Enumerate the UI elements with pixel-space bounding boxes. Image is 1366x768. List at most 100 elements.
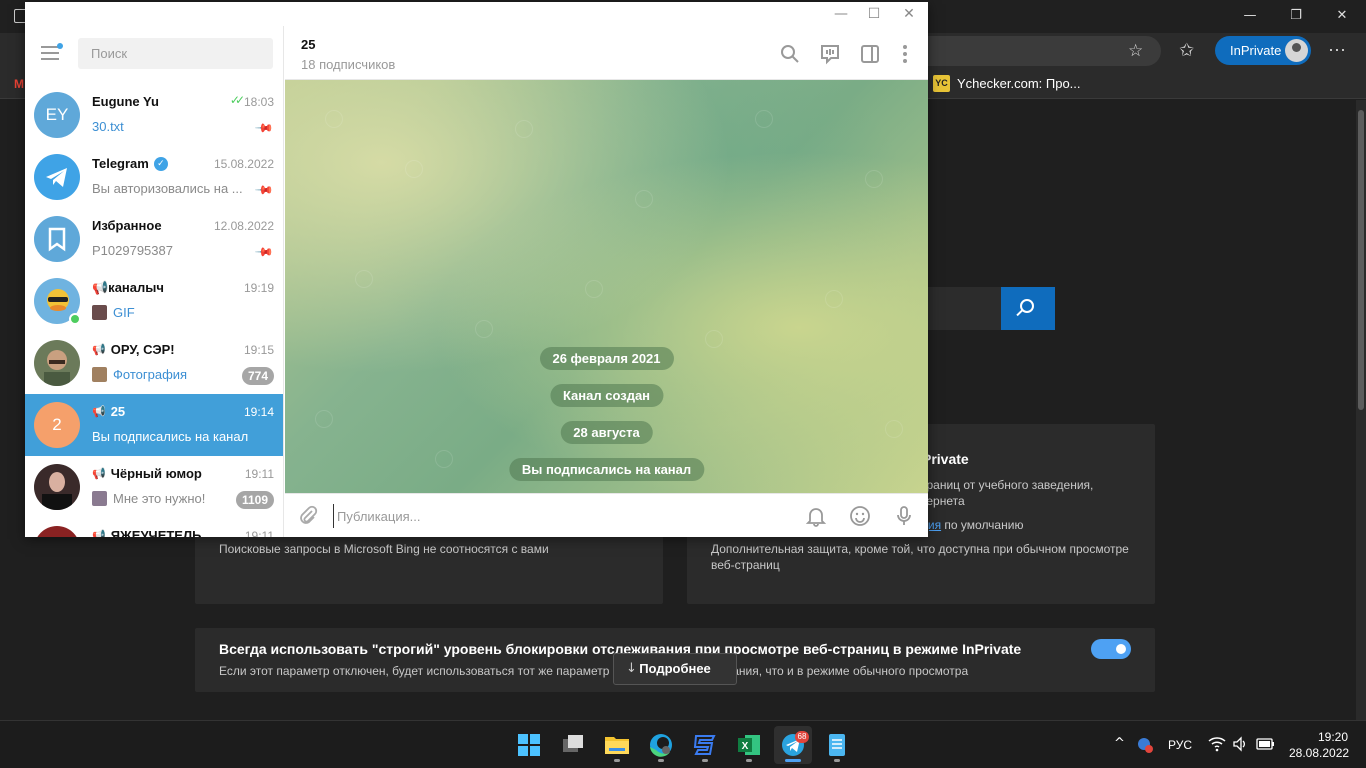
more-info-button[interactable]: ↓ Подробнее (613, 653, 737, 685)
ychecker-label: Ychecker.com: Про... (957, 76, 1081, 91)
chat-item-yazheuchetel[interactable]: 📢 ЯЖЕУЧЕТЕЛЬ 19:11 (25, 518, 283, 537)
ychecker-bookmark[interactable]: YC Ychecker.com: Про... (933, 75, 1081, 92)
menu-icon[interactable] (41, 43, 63, 60)
comments-icon[interactable] (819, 43, 841, 65)
search-icon (1020, 299, 1034, 313)
start-button[interactable] (510, 726, 548, 764)
chat-item-black-humor[interactable]: 📢 Чёрный юмор 19:11 Мне это нужно! 1109 (25, 456, 283, 518)
channel-icon: 📢 (92, 405, 106, 418)
taskview-icon (563, 735, 583, 752)
chat-name: 📢каналыч (92, 280, 164, 295)
chat-item-kanalych[interactable]: 📢каналыч 19:19 GIF (25, 270, 283, 332)
profile-avatar (1285, 39, 1308, 62)
favorites-icon[interactable]: ✩ (1179, 40, 1194, 61)
channel-icon: 📢 (92, 529, 106, 537)
chat-time: 15.08.2022 (213, 157, 274, 171)
chat-name: Eugune Yu (92, 94, 159, 109)
edge-close-button[interactable]: ✕ (1330, 6, 1354, 26)
card-right-line3: ция по умолчанию (921, 517, 1023, 533)
bookmark-icon (48, 227, 66, 252)
taskview-button[interactable] (554, 726, 592, 764)
bing-search-input[interactable] (925, 287, 1001, 330)
service-message: Вы подписались на канал (508, 458, 705, 481)
microphone-icon[interactable] (893, 505, 915, 527)
edge-button[interactable] (642, 726, 680, 764)
running-indicator (614, 759, 620, 762)
online-indicator (69, 313, 81, 325)
svg-text:X: X (742, 741, 749, 752)
clock-time[interactable]: 19:20 (1318, 730, 1348, 744)
card-right-line1: траниц от учебного заведения, (921, 478, 1094, 492)
scrollbar-thumb[interactable] (1358, 110, 1364, 410)
avatar (34, 216, 80, 262)
pin-icon: 📌 (254, 241, 275, 263)
card-right-line3-rest: по умолчанию (941, 518, 1024, 532)
date-separator: 26 февраля 2021 (539, 347, 674, 370)
chat-time: 19:14 (243, 405, 274, 419)
notification-bell-icon[interactable] (805, 505, 827, 527)
running-indicator (834, 759, 840, 762)
address-bar[interactable] (928, 36, 1161, 66)
tg-close-button[interactable]: ✕ (894, 4, 924, 24)
language-indicator[interactable]: РУС (1168, 738, 1192, 752)
explorer-button[interactable] (598, 726, 636, 764)
telegram-taskbar-button[interactable]: 68 (774, 726, 812, 764)
arrow-down-icon: ↓ (626, 661, 637, 676)
clock-date[interactable]: 28.08.2022 (1289, 746, 1349, 760)
avatar: EY (34, 92, 80, 138)
message-input[interactable] (333, 504, 773, 528)
chat-name: Telegram ✓ (92, 156, 168, 171)
inprivate-button[interactable]: InPrivate (1215, 36, 1311, 65)
avatar (34, 340, 80, 386)
channel-icon: 📢 (92, 343, 106, 356)
emoji-icon[interactable] (849, 505, 871, 527)
chat-name: 📢 ЯЖЕУЧЕТЕЛЬ (92, 528, 201, 537)
tg-minimize-button[interactable]: — (826, 4, 856, 24)
running-indicator (702, 759, 708, 762)
chat-item-telegram[interactable]: Telegram ✓ 15.08.2022 Вы авторизовались н… (25, 146, 283, 208)
chat-item-25[interactable]: 2 📢 25 19:14 Вы подписались на канал (25, 394, 283, 456)
message-area[interactable]: 26 февраля 2021 Канал создан 28 августа … (285, 80, 928, 493)
chat-preview: Вы авторизовались на ... (92, 181, 243, 196)
gmail-bookmark[interactable]: M (14, 77, 24, 91)
notepad-button[interactable] (818, 726, 856, 764)
edge-restore-button[interactable]: ❐ (1284, 6, 1308, 26)
chat-header[interactable]: 25 18 подписчиков (285, 26, 928, 80)
sidebar-toggle-icon[interactable] (859, 43, 881, 65)
add-favorite-icon[interactable]: ☆ (1128, 41, 1143, 61)
edge-minimize-button[interactable]: — (1238, 6, 1262, 26)
chat-preview: Фотография (92, 367, 187, 382)
bing-search-button[interactable] (1001, 287, 1055, 330)
tray-app-icon[interactable] (1136, 736, 1154, 754)
chat-time: 18:03 (243, 95, 274, 109)
chat-item-eugune-yu[interactable]: EY Eugune Yu ✓✓ 18:03 30.txt 📌 (25, 84, 283, 146)
page-scrollbar[interactable] (1356, 100, 1366, 720)
service-message: Канал создан (549, 384, 664, 407)
running-indicator (658, 759, 664, 762)
more-vertical-icon[interactable] (894, 43, 916, 65)
avatar: 2 (34, 402, 80, 448)
s-app-button[interactable] (686, 726, 724, 764)
tray-overflow-icon[interactable]: ^ (1114, 736, 1125, 751)
search-icon[interactable] (779, 43, 801, 65)
chat-time: 19:19 (243, 281, 274, 295)
chat-name: 📢 25 (92, 404, 126, 419)
chat-preview: Вы подписались на канал (92, 429, 249, 444)
tg-maximize-button[interactable]: ☐ (859, 4, 889, 24)
more-options-button[interactable]: ··· (1328, 39, 1346, 60)
chat-item-oru-ser[interactable]: 📢 ОРУ, СЭР! 19:15 Фотография 774 (25, 332, 283, 394)
excel-button[interactable]: X (730, 726, 768, 764)
telegram-window: — ☐ ✕ EY Eugune Yu ✓✓ 18:03 30.txt 📌 (25, 2, 928, 537)
attach-icon[interactable] (297, 505, 319, 527)
unread-badge: 774 (241, 367, 274, 385)
battery-icon[interactable] (1256, 737, 1276, 751)
volume-icon[interactable] (1232, 736, 1248, 752)
bing-privacy-text: Поисковые запросы в Microsoft Bing не со… (219, 542, 549, 556)
telegram-unread-badge: 68 (795, 731, 809, 743)
channel-icon: 📢 (92, 467, 106, 480)
strict-tracking-toggle[interactable] (1091, 639, 1131, 659)
chat-item-saved[interactable]: Избранное 12.08.2022 P1029795387 📌 (25, 208, 283, 270)
photo-thumbnail (92, 367, 107, 382)
wifi-icon[interactable] (1208, 736, 1226, 752)
chat-search-input[interactable] (78, 38, 273, 69)
